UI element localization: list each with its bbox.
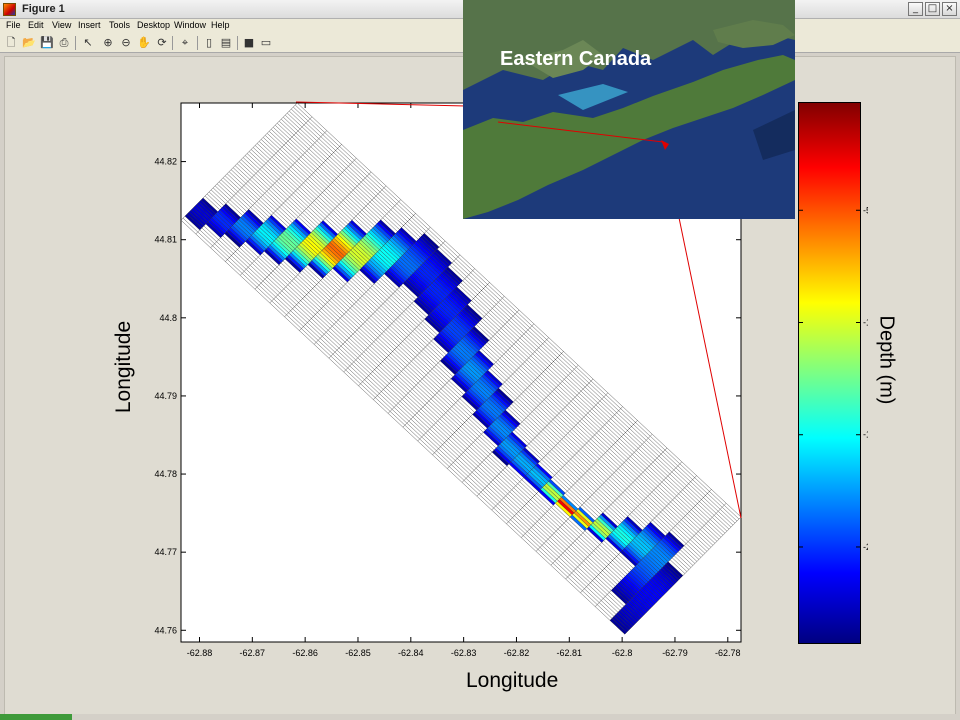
x-tick-label: -62.88	[187, 648, 213, 658]
x-tick-label: -62.87	[240, 648, 266, 658]
colorbar-tick-label: -10	[863, 317, 868, 327]
inset-region-label: Eastern Canada	[500, 48, 652, 70]
x-tick-label: -62.8	[612, 648, 633, 658]
colorbar-tick-label: -5	[863, 205, 868, 215]
taskbar-strip	[0, 714, 960, 720]
colorbar[interactable]: -5 -10 -15 -20	[798, 102, 868, 647]
colorbar-gradient	[798, 102, 861, 644]
x-tick-label: -62.81	[557, 648, 583, 658]
x-axis-label: Longitude	[466, 669, 559, 692]
x-tick-label: -62.78	[715, 648, 741, 658]
y-tick-label: 44.79	[154, 391, 177, 401]
inset-satellite-map	[463, 0, 795, 219]
figure-window: Figure 1 _ □ × File Edit View Insert Too…	[0, 0, 960, 720]
x-tick-label: -62.85	[345, 648, 371, 658]
colorbar-tick-label: -20	[863, 542, 868, 552]
x-tick-label: -62.84	[398, 648, 424, 658]
colorbar-tick-label: -15	[863, 430, 868, 440]
x-tick-label: -62.82	[504, 648, 530, 658]
y-tick-label: 44.76	[154, 625, 177, 635]
y-tick-label: 44.78	[154, 469, 177, 479]
y-tick-label: 44.82	[154, 157, 177, 167]
colorbar-label: Depth (m)	[875, 315, 898, 405]
y-tick-label: 44.8	[159, 313, 177, 323]
y-tick-label: 44.81	[154, 235, 177, 245]
start-button[interactable]	[0, 714, 72, 720]
y-tick-label: 44.77	[154, 547, 177, 557]
x-tick-label: -62.79	[662, 648, 688, 658]
x-tick-label: -62.86	[292, 648, 318, 658]
y-axis-label: Longitude	[112, 320, 135, 414]
x-tick-label: -62.83	[451, 648, 477, 658]
